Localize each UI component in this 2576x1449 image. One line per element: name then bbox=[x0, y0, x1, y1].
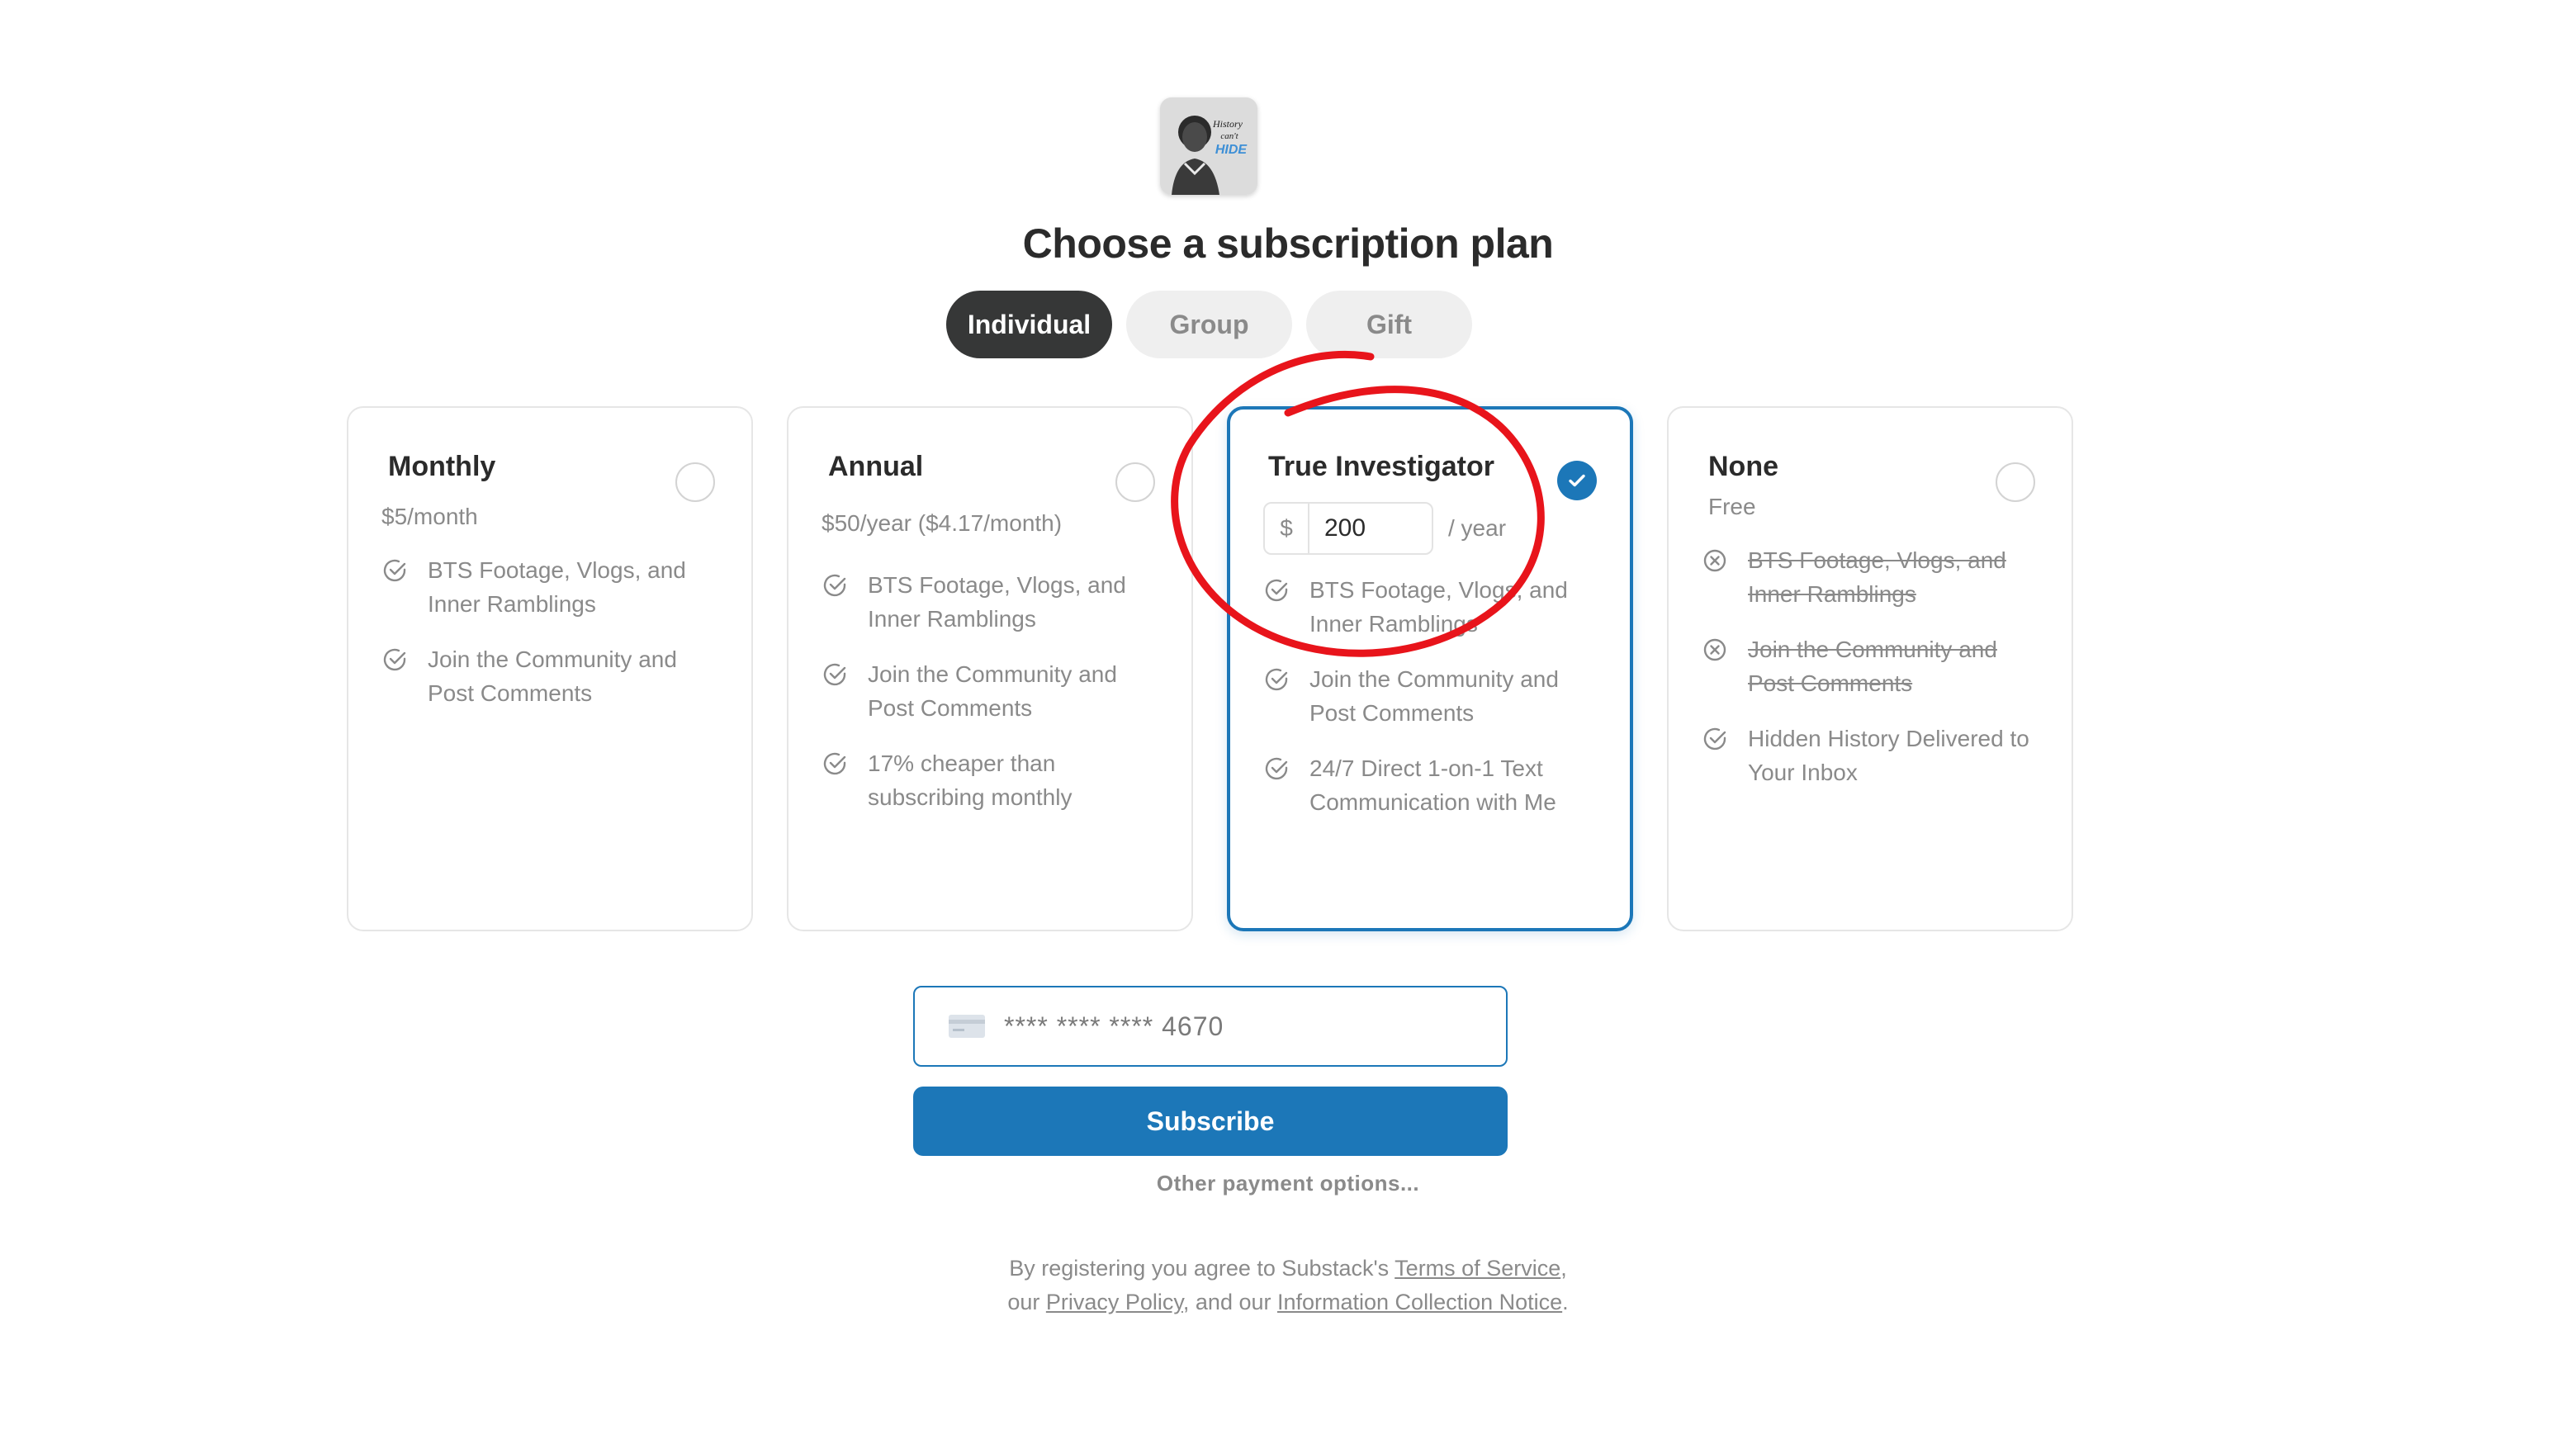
plan-price: Free bbox=[1708, 494, 1756, 519]
feature-text: BTS Footage, Vlogs, and Inner Ramblings bbox=[1309, 577, 1568, 637]
plan-type-tabs: Individual Group Gift bbox=[946, 291, 1472, 358]
x-circle-icon bbox=[1703, 638, 1726, 661]
other-payment-options-link[interactable]: Other payment options... bbox=[0, 1171, 2576, 1196]
privacy-policy-link[interactable]: Privacy Policy bbox=[1046, 1290, 1183, 1314]
feature-list: BTS Footage, Vlogs, and Inner Ramblings … bbox=[822, 568, 1167, 836]
currency-symbol: $ bbox=[1265, 504, 1309, 553]
custom-amount-input[interactable] bbox=[1309, 514, 1417, 542]
legal-line2-prefix: our bbox=[1007, 1290, 1046, 1314]
x-circle-icon bbox=[1703, 549, 1726, 572]
feature-text: Join the Community and Post Comments bbox=[1748, 637, 1997, 696]
feature-text: Hidden History Delivered to Your Inbox bbox=[1748, 726, 2029, 785]
check-circle-icon bbox=[823, 752, 846, 775]
feature-text: 17% cheaper than subscribing monthly bbox=[868, 751, 1073, 810]
plan-title: Annual bbox=[828, 451, 924, 482]
logo-text-line-1: History bbox=[1212, 118, 1243, 130]
feature-text: Join the Community and Post Comments bbox=[1309, 666, 1559, 726]
plan-radio-monthly[interactable] bbox=[675, 462, 715, 502]
plan-radio-true-investigator[interactable] bbox=[1557, 461, 1597, 500]
plan-card-true-investigator[interactable]: True Investigator $ / year BTS Footage, … bbox=[1227, 406, 1633, 931]
legal-notice: By registering you agree to Substack's T… bbox=[0, 1252, 2576, 1319]
logo-text-line-3: HIDE bbox=[1215, 143, 1248, 157]
check-circle-icon bbox=[1265, 757, 1288, 780]
amount-period: / year bbox=[1448, 515, 1507, 541]
card-number-masked: **** **** **** 4670 bbox=[1004, 1011, 1224, 1041]
payment-card-field[interactable]: **** **** **** 4670 bbox=[913, 986, 1508, 1067]
feature-item: 24/7 Direct 1-on-1 Text Communication wi… bbox=[1263, 751, 1605, 819]
plan-title: True Investigator bbox=[1268, 451, 1494, 482]
custom-amount-field[interactable]: $ bbox=[1263, 502, 1433, 555]
plan-radio-annual[interactable] bbox=[1115, 462, 1155, 502]
credit-card-icon bbox=[949, 1015, 985, 1038]
check-circle-icon bbox=[823, 663, 846, 686]
feature-list: BTS Footage, Vlogs, and Inner Ramblings … bbox=[381, 553, 727, 732]
check-circle-icon bbox=[383, 648, 406, 671]
feature-item: Join the Community and Post Comments bbox=[822, 657, 1167, 725]
plan-title: None bbox=[1708, 451, 1778, 482]
check-circle-icon bbox=[1703, 727, 1726, 751]
feature-item: BTS Footage, Vlogs, and Inner Ramblings bbox=[1702, 543, 2047, 611]
feature-text: 24/7 Direct 1-on-1 Text Communication wi… bbox=[1309, 755, 1556, 815]
plan-card-monthly[interactable]: Monthly $5/month BTS Footage, Vlogs, and… bbox=[347, 406, 753, 931]
plan-radio-none[interactable] bbox=[1996, 462, 2035, 502]
feature-text: Join the Community and Post Comments bbox=[868, 661, 1117, 721]
feature-list: BTS Footage, Vlogs, and Inner Ramblings … bbox=[1702, 543, 2047, 811]
tab-gift[interactable]: Gift bbox=[1306, 291, 1472, 358]
plan-price: $5/month bbox=[381, 504, 478, 529]
checkmark-icon bbox=[1569, 474, 1585, 487]
feature-text: BTS Footage, Vlogs, and Inner Ramblings bbox=[428, 557, 686, 617]
legal-comma: , bbox=[1560, 1256, 1567, 1281]
feature-item: Hidden History Delivered to Your Inbox bbox=[1702, 722, 2047, 789]
feature-item: BTS Footage, Vlogs, and Inner Ramblings bbox=[822, 568, 1167, 636]
feature-text: BTS Footage, Vlogs, and Inner Ramblings bbox=[868, 572, 1126, 632]
plan-price: $50/year ($4.17/month) bbox=[822, 510, 1063, 536]
feature-item: Join the Community and Post Comments bbox=[1263, 662, 1605, 730]
feature-item: Join the Community and Post Comments bbox=[1702, 632, 2047, 700]
feature-list: BTS Footage, Vlogs, and Inner Ramblings … bbox=[1263, 573, 1605, 841]
feature-text: Join the Community and Post Comments bbox=[428, 646, 677, 706]
legal-prefix: By registering you agree to Substack's bbox=[1009, 1256, 1395, 1281]
check-circle-icon bbox=[823, 574, 846, 597]
check-circle-icon bbox=[383, 559, 406, 582]
legal-end: . bbox=[1562, 1290, 1569, 1314]
feature-text: BTS Footage, Vlogs, and Inner Ramblings bbox=[1748, 547, 2006, 607]
feature-item: 17% cheaper than subscribing monthly bbox=[822, 746, 1167, 814]
custom-amount-row: $ / year bbox=[1263, 502, 1506, 555]
logo-text-line-2: can't bbox=[1220, 131, 1238, 141]
feature-item: Join the Community and Post Comments bbox=[381, 642, 727, 710]
check-circle-icon bbox=[1265, 579, 1288, 602]
plan-title: Monthly bbox=[388, 451, 496, 482]
information-collection-notice-link[interactable]: Information Collection Notice bbox=[1277, 1290, 1562, 1314]
tab-individual[interactable]: Individual bbox=[946, 291, 1112, 358]
terms-of-service-link[interactable]: Terms of Service bbox=[1395, 1256, 1560, 1281]
publication-logo: History can't HIDE bbox=[1160, 97, 1257, 195]
check-circle-icon bbox=[1265, 668, 1288, 691]
plan-card-annual[interactable]: Annual $50/year ($4.17/month) BTS Footag… bbox=[787, 406, 1193, 931]
legal-middle: , and our bbox=[1182, 1290, 1277, 1314]
feature-item: BTS Footage, Vlogs, and Inner Ramblings bbox=[1263, 573, 1605, 641]
subscribe-button[interactable]: Subscribe bbox=[913, 1087, 1508, 1156]
tab-group[interactable]: Group bbox=[1126, 291, 1292, 358]
page-title: Choose a subscription plan bbox=[1022, 220, 1554, 267]
plan-card-none[interactable]: None Free BTS Footage, Vlogs, and Inner … bbox=[1667, 406, 2073, 931]
feature-item: BTS Footage, Vlogs, and Inner Ramblings bbox=[381, 553, 727, 621]
